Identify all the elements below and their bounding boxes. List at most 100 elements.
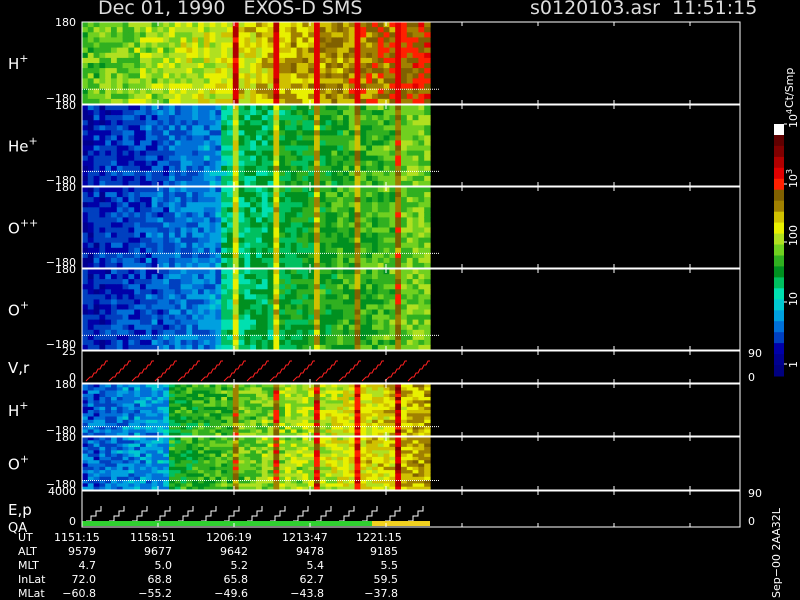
heatmap-cell	[377, 32, 385, 38]
heatmap-cell	[331, 329, 338, 336]
heatmap-cell	[395, 125, 402, 131]
heatmap-cell	[372, 257, 379, 264]
heatmap-cell	[377, 135, 385, 142]
heatmap-cell	[93, 227, 100, 234]
heatmap-cell	[261, 294, 269, 300]
heatmap-cell	[232, 68, 240, 74]
heatmap-cell	[308, 197, 315, 203]
heatmap-cell	[279, 175, 286, 182]
heatmap-cell	[169, 339, 176, 346]
heatmap-cell	[192, 289, 199, 295]
heatmap-cell	[354, 150, 361, 157]
heatmap-cell	[180, 22, 187, 28]
heatmap-cell	[134, 78, 141, 85]
heatmap-cell	[377, 299, 385, 306]
heatmap-cell	[319, 42, 327, 49]
heatmap-cell	[209, 319, 216, 326]
heatmap-cell	[360, 279, 367, 285]
heatmap-cell	[227, 299, 234, 306]
heatmap-cell	[424, 314, 431, 321]
heatmap-cell	[116, 42, 124, 49]
heatmap-cell	[267, 319, 274, 326]
heatmap-cell	[331, 299, 338, 306]
heatmap-cell	[337, 339, 344, 346]
heatmap-cell	[140, 125, 147, 131]
heatmap-cell	[395, 212, 402, 218]
heatmap-cell	[348, 242, 356, 249]
heatmap-cell	[140, 47, 147, 54]
heatmap-cell	[314, 242, 321, 249]
heatmap-cell	[319, 207, 327, 213]
heatmap-cell	[221, 294, 228, 300]
heatmap-cell	[157, 294, 164, 300]
heatmap-cell	[325, 319, 332, 326]
heatmap-cell	[227, 232, 234, 239]
heatmap-cell	[186, 22, 193, 28]
heatmap-cell	[337, 140, 344, 147]
heatmap-cell	[174, 232, 182, 239]
heatmap-cell	[116, 110, 124, 116]
heatmap-cell	[93, 217, 100, 224]
heatmap-cell	[343, 93, 350, 100]
heatmap-cell	[169, 42, 176, 49]
heatmap-cell	[87, 324, 95, 331]
heatmap-cell	[203, 155, 211, 162]
heatmap-cell	[308, 212, 315, 218]
heatmap-cell	[366, 175, 373, 182]
heatmap-cell	[285, 339, 292, 346]
heatmap-cell	[128, 120, 135, 126]
heatmap-cell	[372, 150, 379, 157]
heatmap-cell	[279, 304, 286, 311]
heatmap-cell	[105, 319, 112, 326]
heatmap-cell	[296, 309, 303, 316]
heatmap-cell	[325, 299, 332, 306]
heatmap-cell	[163, 207, 170, 213]
heatmap-cell	[105, 222, 112, 229]
heatmap-cell	[128, 175, 135, 182]
heatmap-cell	[169, 232, 176, 239]
heatmap-cell	[331, 150, 338, 157]
heatmap-cell	[180, 339, 187, 346]
heatmap-cell	[105, 187, 112, 193]
heatmap-cell	[290, 155, 298, 162]
heatmap-cell	[325, 314, 332, 321]
heatmap-cell	[302, 222, 309, 229]
heatmap-cell	[174, 68, 182, 74]
heatmap-cell	[157, 309, 164, 316]
heatmap-cell	[372, 73, 379, 79]
heatmap-cell	[372, 32, 379, 38]
heatmap-cell	[105, 269, 112, 275]
heatmap-cell	[174, 197, 182, 203]
heatmap-cell	[377, 47, 385, 54]
heatmap-cell	[250, 257, 257, 264]
heatmap-cell	[227, 135, 234, 142]
heatmap-cell	[186, 105, 193, 111]
heatmap-cell	[314, 145, 321, 152]
heatmap-cell	[151, 22, 158, 28]
heatmap-cell	[145, 314, 153, 321]
heatmap-cell	[418, 279, 425, 285]
heatmap-cell	[116, 115, 124, 121]
heatmap-cell	[302, 237, 309, 244]
heatmap-cell	[87, 339, 95, 346]
heatmap-cell	[145, 130, 153, 136]
panel-0-heatmap	[82, 22, 431, 105]
heatmap-cell	[244, 247, 251, 254]
heatmap-cell	[360, 329, 367, 336]
heatmap-cell	[192, 37, 199, 44]
heatmap-cell	[285, 212, 292, 218]
heatmap-cell	[134, 37, 141, 44]
heatmap-cell	[250, 37, 257, 44]
heatmap-cell	[325, 329, 332, 336]
heatmap-cell	[151, 37, 158, 44]
panel-label: He+	[8, 135, 38, 156]
heatmap-cell	[273, 155, 280, 162]
heatmap-cell	[203, 309, 211, 316]
heatmap-cell	[82, 175, 89, 182]
heatmap-cell	[406, 110, 414, 116]
heatmap-cell	[354, 22, 361, 28]
heatmap-cell	[105, 274, 112, 280]
heatmap-cell	[221, 150, 228, 157]
heatmap-cell	[401, 68, 408, 74]
heatmap-cell	[145, 57, 153, 64]
